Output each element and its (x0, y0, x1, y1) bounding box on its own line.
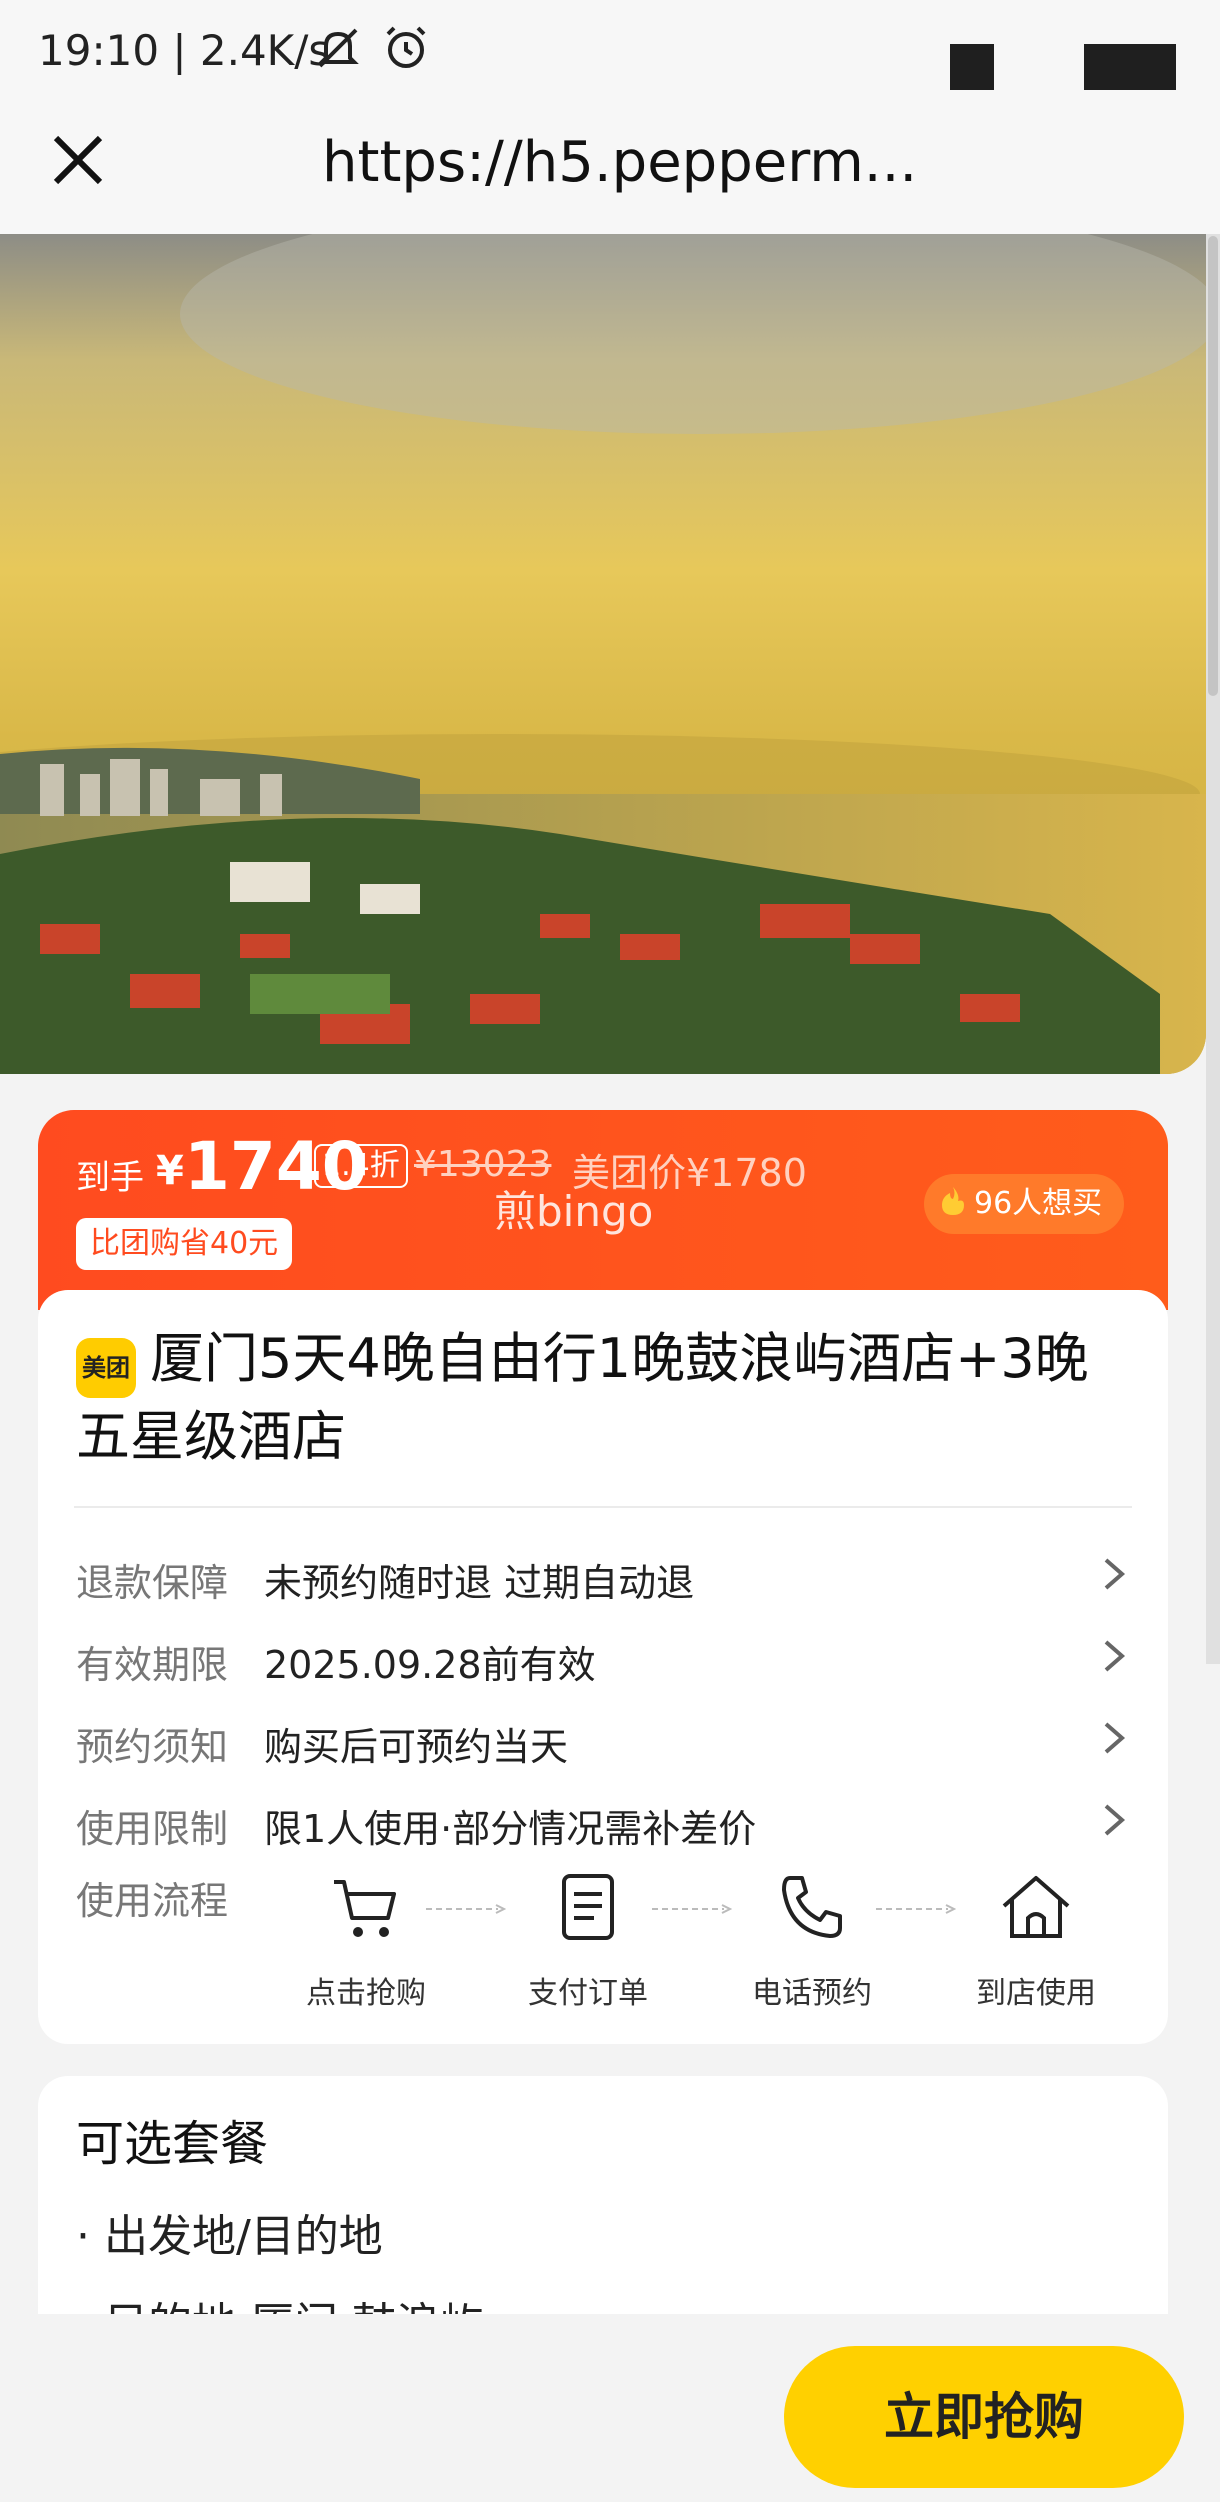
house-icon (1002, 1876, 1070, 1938)
info-row-label: 有效期限 (76, 1643, 229, 1687)
info-row-label: 预约须知 (76, 1725, 229, 1769)
process-step-label: 点击抢购 (306, 1976, 426, 2011)
info-row-label: 退款保障 (76, 1561, 229, 1605)
fire-icon (942, 1187, 964, 1215)
info-row-booking[interactable]: 预约须知 购买后可预约当天 (38, 1704, 1168, 1774)
battery-indicator (1084, 44, 1176, 90)
process-label: 使用流程 (76, 1879, 229, 1923)
info-row-value: 2025.09.28前有效 (264, 1643, 596, 1687)
browser-url-bar: https://h5.pepperm... (0, 110, 1220, 234)
package-title: 可选套餐 (76, 2116, 269, 2172)
dashed-arrow-icon (876, 1904, 956, 1914)
info-row-restriction[interactable]: 使用限制 限1人使用·部分情况需补差价 (38, 1786, 1168, 1856)
package-item[interactable]: · 目的地 厦门 鼓浪屿 (76, 2288, 484, 2316)
status-time-speed: 19:10 | 2.4K/s (38, 26, 331, 75)
process-step: 支付订单 (508, 1870, 668, 2012)
info-row-value: 未预约随时退 过期自动退 (264, 1561, 695, 1605)
process-step: 到店使用 (956, 1870, 1116, 2012)
process-step-label: 支付订单 (528, 1976, 648, 2011)
chevron-right-icon (1104, 1722, 1126, 1754)
discount-tag: 1.4折 (314, 1144, 408, 1188)
dashed-arrow-icon (426, 1904, 506, 1914)
hero-image[interactable] (0, 234, 1206, 1074)
chevron-right-icon (1104, 1558, 1126, 1590)
process-step-label: 到店使用 (976, 1976, 1096, 2011)
info-row-refund[interactable]: 退款保障 未预约随时退 过期自动退 (38, 1540, 1168, 1610)
info-row-label: 使用限制 (76, 1807, 229, 1851)
signal-indicator (950, 44, 994, 90)
process-step-label: 电话预约 (752, 1976, 872, 2011)
package-item[interactable]: · 出发地/目的地 (76, 2200, 383, 2264)
scrollbar-thumb[interactable] (1208, 236, 1218, 696)
want-count-text: 96人想买 (974, 1186, 1103, 1221)
watermark: 煎bingo (494, 1187, 654, 1236)
divider (74, 1506, 1132, 1508)
package-card: 可选套餐 · 出发地/目的地 · 目的地 厦门 鼓浪屿 (38, 2076, 1168, 2316)
status-bar: 19:10 | 2.4K/s (0, 0, 1220, 110)
process-step: 点击抢购 (286, 1870, 446, 2012)
alarm-icon (386, 26, 426, 68)
dashed-arrow-icon (652, 1904, 732, 1914)
cart-icon (334, 1880, 396, 1937)
close-icon[interactable] (48, 130, 112, 194)
process-step: 电话预约 (732, 1870, 892, 2012)
mute-icon (317, 28, 359, 68)
chevron-right-icon (1104, 1804, 1126, 1836)
package-item-label: 出发地/目的地 (103, 2211, 383, 2262)
phone-icon (782, 1876, 842, 1938)
info-row-value: 购买后可预约当天 (264, 1725, 569, 1769)
info-row-validity[interactable]: 有效期限 2025.09.28前有效 (38, 1622, 1168, 1692)
info-row-value: 限1人使用·部分情况需补差价 (264, 1807, 757, 1851)
want-count-badge: 96人想买 (924, 1174, 1125, 1234)
product-title: 厦门5天4晚自由行1晚鼓浪屿酒店+3晚五星级酒店 (76, 1327, 1089, 1468)
buy-now-button[interactable]: 立即抢购 (784, 2346, 1184, 2488)
price-banner: 到手 ¥ 1740 1.4折 ¥13023 美团价¥1780 比团购省40元 煎… (38, 1110, 1168, 1310)
chevron-right-icon (1104, 1640, 1126, 1672)
savings-badge: 比团购省40元 (76, 1218, 293, 1270)
final-price-label: 到手 (76, 1158, 144, 1198)
currency-symbol: ¥ (156, 1148, 184, 1194)
document-icon (562, 1874, 614, 1940)
page-url[interactable]: https://h5.pepperm... (322, 130, 962, 195)
product-info-card: 美团 厦门5天4晚自由行1晚鼓浪屿酒店+3晚五星级酒店 退款保障 未预约随时退 … (38, 1290, 1168, 2044)
